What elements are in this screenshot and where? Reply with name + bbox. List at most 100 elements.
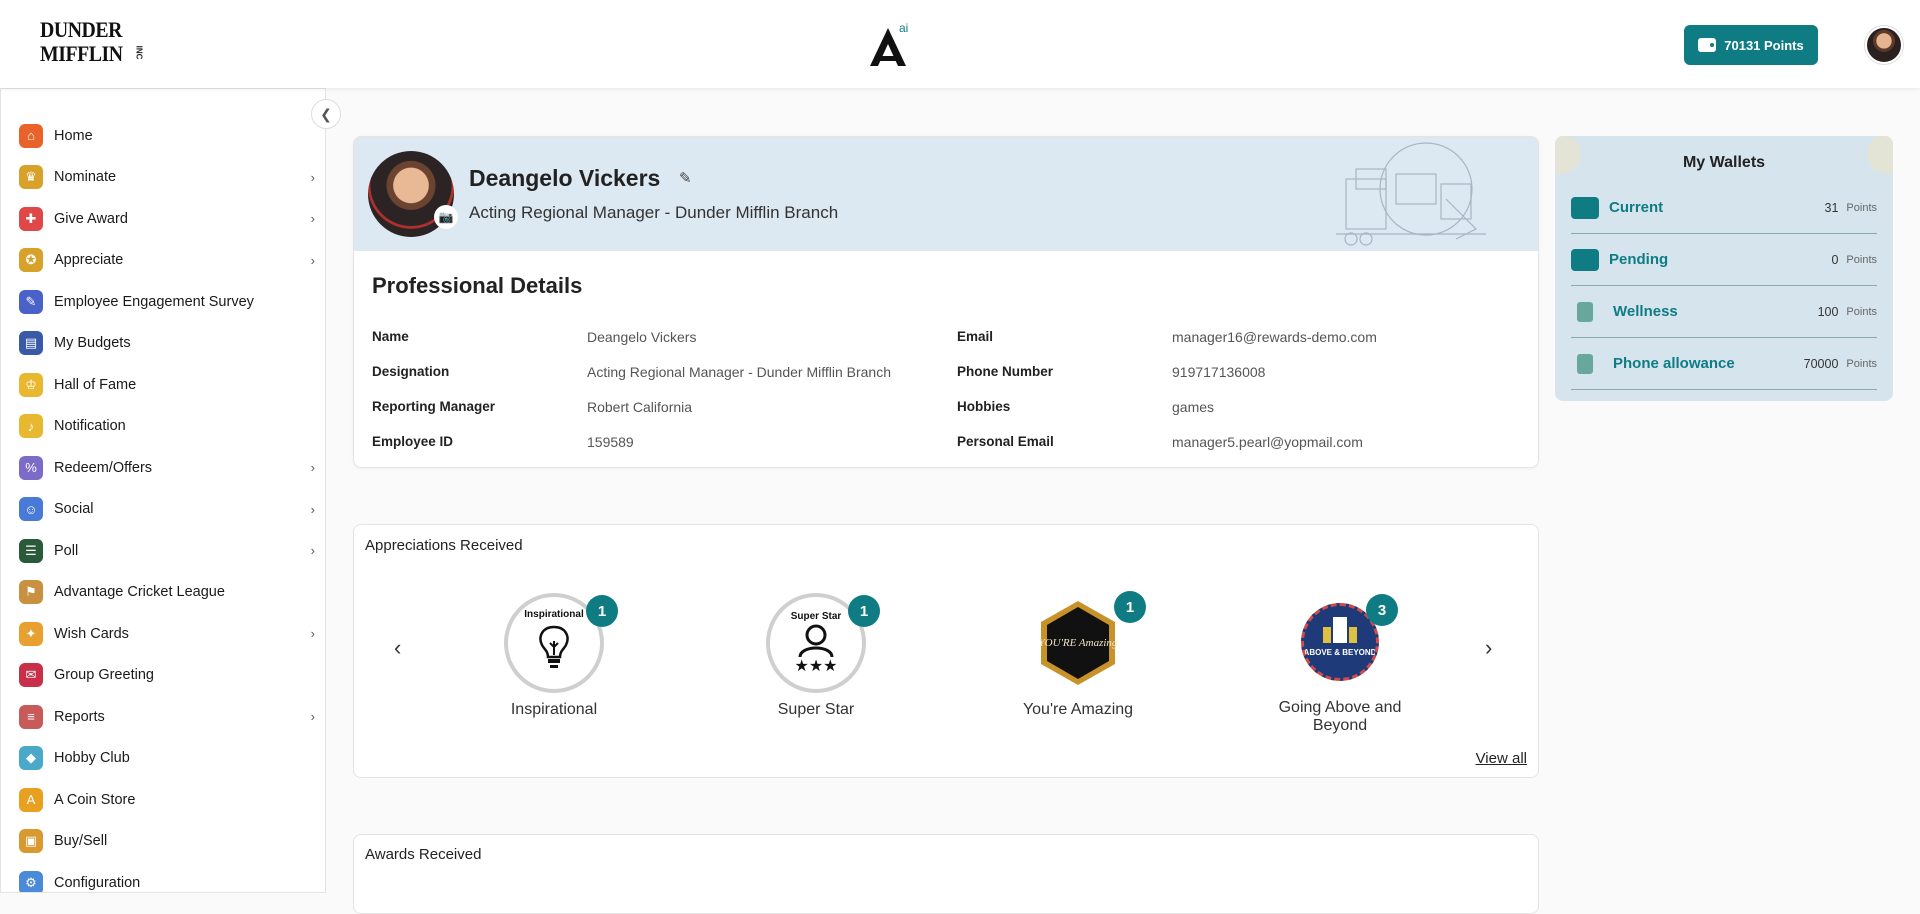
sidebar-collapse-button[interactable]: ❮	[311, 99, 341, 129]
edit-pencil-icon[interactable]: ✎	[679, 169, 692, 187]
sidebar-item-label: Employee Engagement Survey	[54, 293, 254, 310]
sidebar-item-advantage-cricket-league[interactable]: ⚑ Advantage Cricket League	[1, 572, 325, 614]
chevron-right-icon: ›	[310, 709, 315, 725]
badge-youre-amazing[interactable]: YOU'RE Amazing 1 You're Amazing	[993, 591, 1163, 719]
sidebar-item-wish-cards[interactable]: ✦ Wish Cards ›	[1, 613, 325, 655]
badge-inspirational[interactable]: Inspirational 1 Inspirational	[469, 593, 639, 719]
sidebar-item-redeem-offers[interactable]: % Redeem/Offers ›	[1, 447, 325, 489]
ai-superscript: ai	[899, 21, 908, 35]
detail-value: games	[1172, 398, 1215, 415]
carousel-prev-arrow[interactable]: ‹	[394, 635, 401, 661]
above-beyond-badge-icon: ABOVE & BEYOND 3	[1301, 594, 1398, 681]
sidebar: ⌂ Home ♛ Nominate › ✚ Give Award › ✪ Appreciate › ✎…	[0, 88, 326, 893]
crown-icon: ♔	[19, 372, 43, 397]
gift-icon: ✚	[19, 206, 43, 231]
wallet-row-wellness[interactable]: Wellness 100 Points	[1571, 286, 1877, 338]
sidebar-item-appreciate[interactable]: ✪ Appreciate ›	[1, 240, 325, 282]
super-star-badge-icon: Super Star ★★★ 1	[766, 593, 880, 693]
sidebar-item-social[interactable]: ☺ Social ›	[1, 489, 325, 531]
sidebar-nav: ⌂ Home ♛ Nominate › ✚ Give Award › ✪ Appreciate › ✎…	[1, 89, 325, 892]
badge-super-star[interactable]: Super Star ★★★ 1 Super Star	[731, 593, 901, 719]
youre-amazing-art-text: YOU'RE Amazing	[1039, 637, 1118, 649]
sidebar-item-poll[interactable]: ☰ Poll ›	[1, 530, 325, 572]
inspirational-art-text: Inspirational	[524, 609, 584, 620]
chevron-right-icon: ›	[310, 626, 315, 642]
bell-icon: ♪	[19, 414, 43, 439]
youre-amazing-badge-icon: YOU'RE Amazing 1	[1028, 591, 1146, 693]
sidebar-item-employee-engagement-survey[interactable]: ✎ Employee Engagement Survey	[1, 281, 325, 323]
advantage-ai-logo[interactable]: ai	[866, 20, 914, 70]
sidebar-item-label: Wish Cards	[54, 625, 129, 642]
wallet-row-pending[interactable]: Pending 0 Points	[1571, 234, 1877, 286]
survey-icon: ✎	[19, 289, 43, 314]
sidebar-item-label: Nominate	[54, 169, 117, 186]
camera-icon[interactable]: 📷	[434, 205, 458, 229]
sidebar-item-label: Configuration	[54, 874, 141, 891]
sidebar-item-buy-sell[interactable]: ▣ Buy/Sell	[1, 821, 325, 863]
badge-going-above-and-beyond[interactable]: ABOVE & BEYOND 3 Going Above and Beyond	[1255, 593, 1425, 735]
sidebar-item-hobby-club[interactable]: ◆ Hobby Club	[1, 738, 325, 780]
sidebar-item-a-coin-store[interactable]: A A Coin Store	[1, 779, 325, 821]
sidebar-item-home[interactable]: ⌂ Home	[1, 115, 325, 157]
badge-count: 1	[1114, 591, 1146, 623]
wallet-name: Phone allowance	[1613, 355, 1735, 372]
wallet-unit: Points	[1846, 253, 1877, 266]
user-avatar[interactable]	[1865, 26, 1903, 64]
sidebar-item-my-budgets[interactable]: ▤ My Budgets	[1, 323, 325, 365]
detail-row: Designation Acting Regional Manager - Dun…	[372, 354, 1522, 389]
wallet-name: Wellness	[1613, 303, 1678, 320]
wallet-icon	[1577, 301, 1593, 322]
carousel-next-arrow[interactable]: ›	[1485, 635, 1492, 661]
detail-key: Designation	[372, 364, 450, 379]
inspirational-badge-icon: Inspirational 1	[504, 593, 618, 693]
sidebar-item-notification[interactable]: ♪ Notification	[1, 406, 325, 448]
wallet-row-current[interactable]: Current 31 Points	[1571, 182, 1877, 234]
report-icon: ≡	[19, 704, 43, 729]
sidebar-item-label: Social	[54, 501, 94, 518]
wallet-unit: Points	[1846, 357, 1877, 370]
dunder-mifflin-logo[interactable]: DUNDER MIFFLIN INC	[40, 18, 143, 74]
poll-icon: ☰	[19, 538, 43, 563]
detail-row: Reporting Manager Robert California Hobbie…	[372, 389, 1522, 424]
chevron-right-icon: ›	[310, 169, 315, 185]
detail-key: Phone Number	[957, 364, 1054, 379]
sidebar-item-label: Hobby Club	[54, 750, 130, 767]
sidebar-item-give-award[interactable]: ✚ Give Award ›	[1, 198, 325, 240]
wallet-unit: Points	[1846, 305, 1877, 318]
budget-icon: ▤	[19, 331, 43, 356]
sidebar-item-label: Reports	[54, 708, 105, 725]
sidebar-item-configuration[interactable]: ⚙ Configuration	[1, 862, 325, 892]
medal-icon: ✪	[19, 248, 43, 273]
badge-label: Going Above and Beyond	[1278, 699, 1402, 734]
sidebar-item-group-greeting[interactable]: ✉ Group Greeting	[1, 655, 325, 697]
detail-value: manager5.pearl@yopmail.com	[1172, 433, 1363, 450]
desk-illustration	[1336, 142, 1486, 246]
wallet-row-phone-allowance[interactable]: Phone allowance 70000 Points	[1571, 338, 1877, 390]
trophy-icon: ♛	[19, 165, 43, 190]
chevron-right-icon: ›	[310, 211, 315, 227]
sidebar-item-label: Advantage Cricket League	[54, 584, 225, 601]
sidebar-item-reports[interactable]: ≡ Reports ›	[1, 696, 325, 738]
svg-text:★★★: ★★★	[794, 656, 837, 675]
social-icon: ☺	[19, 497, 43, 522]
profile-name: Deangelo Vickers	[469, 165, 661, 191]
wallet-name: Current	[1609, 199, 1664, 216]
offer-icon: %	[19, 455, 43, 480]
sidebar-item-label: Home	[54, 127, 93, 144]
sidebar-item-label: Group Greeting	[54, 667, 154, 684]
detail-key: Hobbies	[957, 399, 1011, 414]
sidebar-item-label: My Budgets	[54, 335, 131, 352]
wallet-unit: Points	[1846, 201, 1877, 214]
professional-details-grid: Name Deangelo Vickers Email manager16@rewar…	[372, 319, 1522, 459]
sidebar-item-hall-of-fame[interactable]: ♔ Hall of Fame	[1, 364, 325, 406]
chevron-right-icon: ›	[310, 501, 315, 517]
wallet-amount: 100	[1817, 304, 1839, 319]
detail-row: Employee ID 159589 Personal Email manager5.…	[372, 424, 1522, 459]
wallet-icon	[1698, 38, 1717, 52]
badge-count: 3	[1366, 594, 1398, 626]
sidebar-item-nominate[interactable]: ♛ Nominate ›	[1, 157, 325, 199]
detail-value: Robert California	[587, 398, 693, 415]
points-button[interactable]: 70131 Points	[1684, 25, 1818, 65]
view-all-link[interactable]: View all	[1476, 750, 1527, 767]
badge-label: You're Amazing	[1022, 701, 1134, 718]
